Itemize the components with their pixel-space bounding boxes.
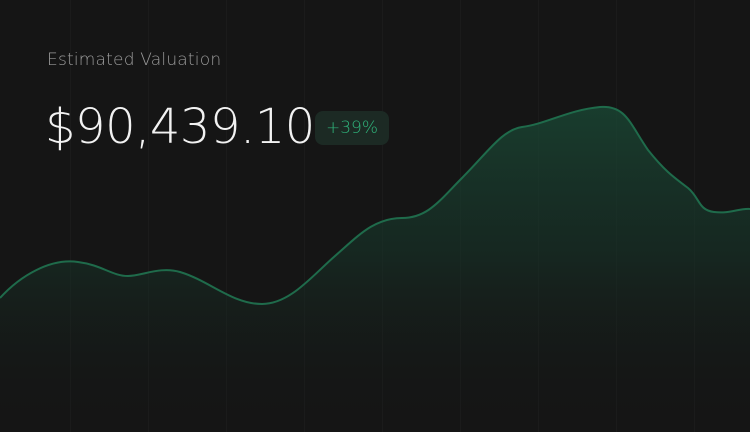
valuation-card: Estimated Valuation $90,439.10 +39% [0,0,750,432]
valuation-label: Estimated Valuation [47,50,222,70]
change-badge: +39% [315,111,390,145]
valuation-amount: $90,439.10 [45,99,315,155]
